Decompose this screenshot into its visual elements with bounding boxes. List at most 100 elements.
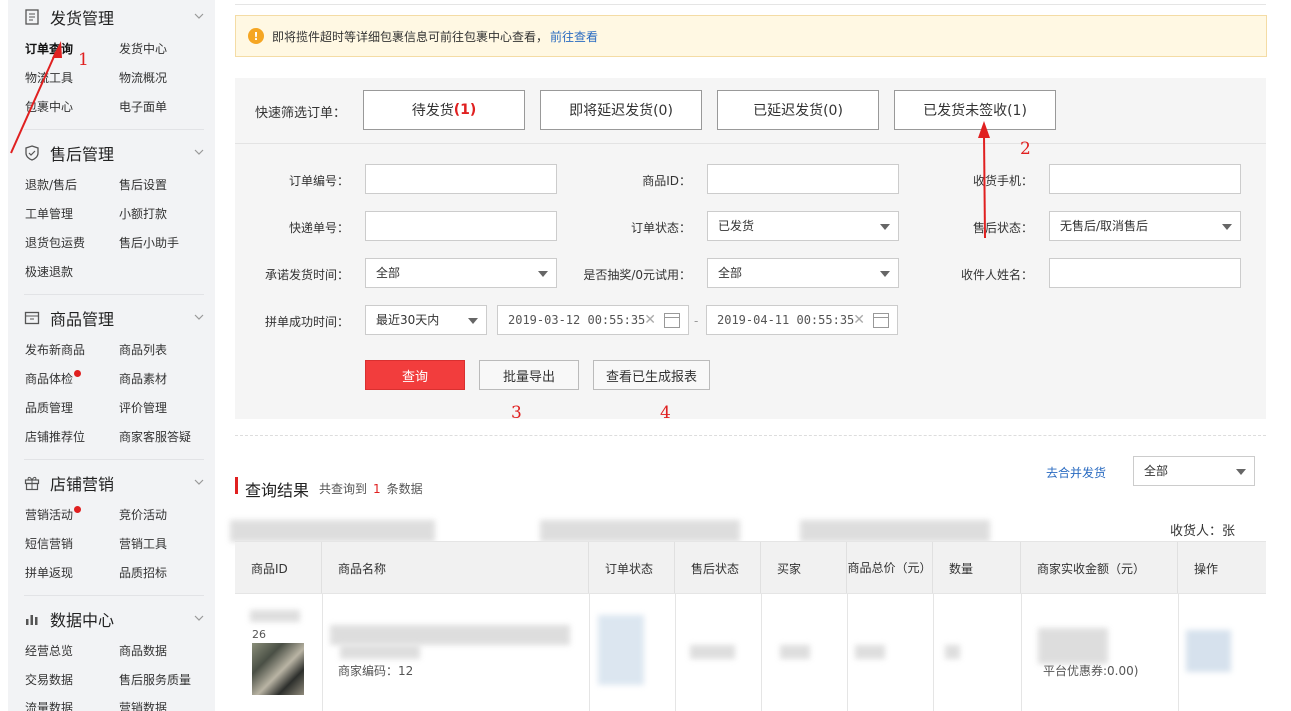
sidebar-item-parcel-center[interactable]: 包裹中心 bbox=[25, 98, 73, 115]
sidebar-item-logistics-tools[interactable]: 物流工具 bbox=[25, 69, 73, 86]
divider bbox=[24, 294, 204, 295]
sidebar-item-after-sale-assistant[interactable]: 售后小助手 bbox=[119, 234, 179, 251]
section-header-data[interactable]: 数据中心 bbox=[24, 607, 204, 631]
sidebar-item-sms[interactable]: 短信营销 bbox=[25, 535, 73, 552]
count-number: 1 bbox=[373, 482, 381, 496]
panel-divider bbox=[235, 143, 1266, 144]
order-status-select[interactable]: 已发货 bbox=[707, 211, 899, 241]
quick-filter-soon-delayed[interactable]: 即将延迟发货(0) bbox=[540, 90, 702, 130]
sidebar-item-product-check[interactable]: 商品体检 bbox=[25, 370, 82, 387]
select-value: 全部 bbox=[718, 266, 743, 280]
redacted-order-info bbox=[230, 520, 435, 542]
sidebar-item-ship-center[interactable]: 发货中心 bbox=[119, 40, 167, 57]
redacted-product-name bbox=[330, 625, 570, 645]
column-divider bbox=[847, 593, 848, 711]
sidebar-item-e-waybill[interactable]: 电子面单 bbox=[119, 98, 167, 115]
section-divider bbox=[235, 435, 1266, 436]
phone-input[interactable] bbox=[1049, 164, 1241, 194]
column-divider bbox=[589, 593, 590, 711]
receiver-name-input[interactable] bbox=[1049, 258, 1241, 288]
select-value: 已发货 bbox=[718, 219, 755, 233]
sidebar-item-quality-bid[interactable]: 品质招标 bbox=[119, 564, 167, 581]
sidebar-item-service-qa[interactable]: 商家客服答疑 bbox=[119, 428, 191, 445]
results-filter-select[interactable]: 全部 bbox=[1133, 456, 1255, 486]
sidebar-item-bidding[interactable]: 竞价活动 bbox=[119, 506, 167, 523]
sidebar-item-fast-refund[interactable]: 极速退款 bbox=[25, 263, 73, 280]
group-time-select[interactable]: 最近30天内 bbox=[365, 305, 487, 335]
sidebar-item-overview[interactable]: 经营总览 bbox=[25, 642, 73, 659]
quick-filter-label: 快速筛选订单： bbox=[255, 106, 347, 121]
caret-down-icon bbox=[880, 224, 890, 230]
sidebar-item-cashback[interactable]: 拼单返现 bbox=[25, 564, 73, 581]
sidebar-item-after-sale-settings[interactable]: 售后设置 bbox=[119, 176, 167, 193]
notification-dot bbox=[74, 506, 82, 513]
column-header: 商品名称 bbox=[322, 542, 589, 594]
redacted-buyer bbox=[780, 645, 810, 659]
calendar-icon[interactable] bbox=[664, 313, 680, 328]
date-end-input[interactable]: 2019-04-11 00:55:35 ✕ bbox=[706, 305, 898, 335]
product-id-input[interactable] bbox=[707, 164, 899, 194]
sidebar-item-traffic-data[interactable]: 流量数据 bbox=[25, 699, 73, 711]
sidebar-item-store-recommend[interactable]: 店铺推荐位 bbox=[25, 428, 85, 445]
redacted-order-info bbox=[540, 520, 740, 542]
date-end-value: 2019-04-11 00:55:35 bbox=[717, 313, 855, 327]
sidebar-item-marketing-data[interactable]: 营销数据 bbox=[119, 699, 167, 711]
sidebar-item-ticket-management[interactable]: 工单管理 bbox=[25, 205, 73, 222]
sidebar-item-new-product[interactable]: 发布新商品 bbox=[25, 341, 85, 358]
chevron-down-icon bbox=[194, 149, 204, 155]
sidebar-item-return-shipping[interactable]: 退货包运费 bbox=[25, 234, 85, 251]
redacted-operations[interactable] bbox=[1186, 630, 1231, 672]
calendar-icon[interactable] bbox=[873, 313, 889, 328]
product-thumbnail[interactable] bbox=[252, 643, 304, 695]
product-id-label: 商品ID： bbox=[642, 174, 691, 188]
sidebar-item-small-payment[interactable]: 小额打款 bbox=[119, 205, 167, 222]
notice-link[interactable]: 前往查看 bbox=[550, 28, 598, 45]
sidebar-item-refund[interactable]: 退款/售后 bbox=[25, 176, 77, 193]
section-header-marketing[interactable]: 店铺营销 bbox=[24, 471, 204, 495]
date-start-value: 2019-03-12 00:55:35 bbox=[508, 313, 646, 327]
date-start-input[interactable]: 2019-03-12 00:55:35 ✕ bbox=[497, 305, 689, 335]
batch-export-button[interactable]: 批量导出 bbox=[479, 360, 579, 390]
section-header-shipping[interactable]: 发货管理 bbox=[24, 5, 204, 29]
select-value: 无售后/取消售后 bbox=[1060, 219, 1149, 233]
section-header-products[interactable]: 商品管理 bbox=[24, 306, 204, 330]
sidebar-item-logistics-overview[interactable]: 物流概况 bbox=[119, 69, 167, 86]
column-header: 商家实收金额（元） bbox=[1021, 542, 1178, 594]
clear-icon[interactable]: ✕ bbox=[853, 306, 865, 334]
sidebar-item-service-quality[interactable]: 售后服务质量 bbox=[119, 671, 191, 688]
query-button[interactable]: 查询 bbox=[365, 360, 465, 390]
quick-filter-delayed[interactable]: 已延迟发货(0) bbox=[717, 90, 879, 130]
promise-time-select[interactable]: 全部 bbox=[365, 258, 557, 288]
merge-ship-link[interactable]: 去合并发货 bbox=[1046, 464, 1106, 481]
promise-time-label: 承诺发货时间： bbox=[264, 268, 349, 282]
sidebar-item-reviews[interactable]: 评价管理 bbox=[119, 399, 167, 416]
sidebar-item-product-data[interactable]: 商品数据 bbox=[119, 642, 167, 659]
after-sale-status-select[interactable]: 无售后/取消售后 bbox=[1049, 211, 1241, 241]
top-divider bbox=[235, 4, 1266, 5]
order-no-input[interactable] bbox=[365, 164, 557, 194]
section-header-after-sales[interactable]: 售后管理 bbox=[24, 141, 204, 165]
column-header: 数量 bbox=[933, 542, 1021, 594]
divider bbox=[24, 595, 204, 596]
filter-panel: 快速筛选订单： 待发货 (1) 即将延迟发货(0) 已延迟发货(0) 已发货未签收… bbox=[235, 78, 1266, 419]
column-header: 售后状态 bbox=[675, 542, 761, 594]
sidebar-item-quality[interactable]: 品质管理 bbox=[25, 399, 73, 416]
annotation-number: 4 bbox=[660, 403, 671, 423]
sidebar-item-marketing-tools[interactable]: 营销工具 bbox=[119, 535, 167, 552]
view-reports-button[interactable]: 查看已生成报表 bbox=[593, 360, 710, 390]
coupon-info: 平台优惠券:0.00) bbox=[1043, 664, 1139, 678]
sidebar-item-order-query[interactable]: 订单查询 bbox=[25, 40, 73, 57]
express-no-input[interactable] bbox=[365, 211, 557, 241]
results-title: 查询结果 bbox=[245, 481, 310, 500]
lottery-select[interactable]: 全部 bbox=[707, 258, 899, 288]
sidebar-item-trade-data[interactable]: 交易数据 bbox=[25, 671, 73, 688]
results-accent-bar bbox=[235, 477, 238, 494]
quick-filter-count: (1) bbox=[453, 102, 477, 118]
phone-label: 收货手机： bbox=[972, 174, 1033, 188]
clear-icon[interactable]: ✕ bbox=[644, 306, 656, 334]
sidebar-item-product-list[interactable]: 商品列表 bbox=[119, 341, 167, 358]
sidebar-item-marketing-activity[interactable]: 营销活动 bbox=[25, 506, 82, 523]
sidebar-item-product-assets[interactable]: 商品素材 bbox=[119, 370, 167, 387]
quick-filter-shipped-unsigned[interactable]: 已发货未签收(1) bbox=[894, 90, 1056, 130]
quick-filter-pending-ship[interactable]: 待发货 (1) bbox=[363, 90, 525, 130]
